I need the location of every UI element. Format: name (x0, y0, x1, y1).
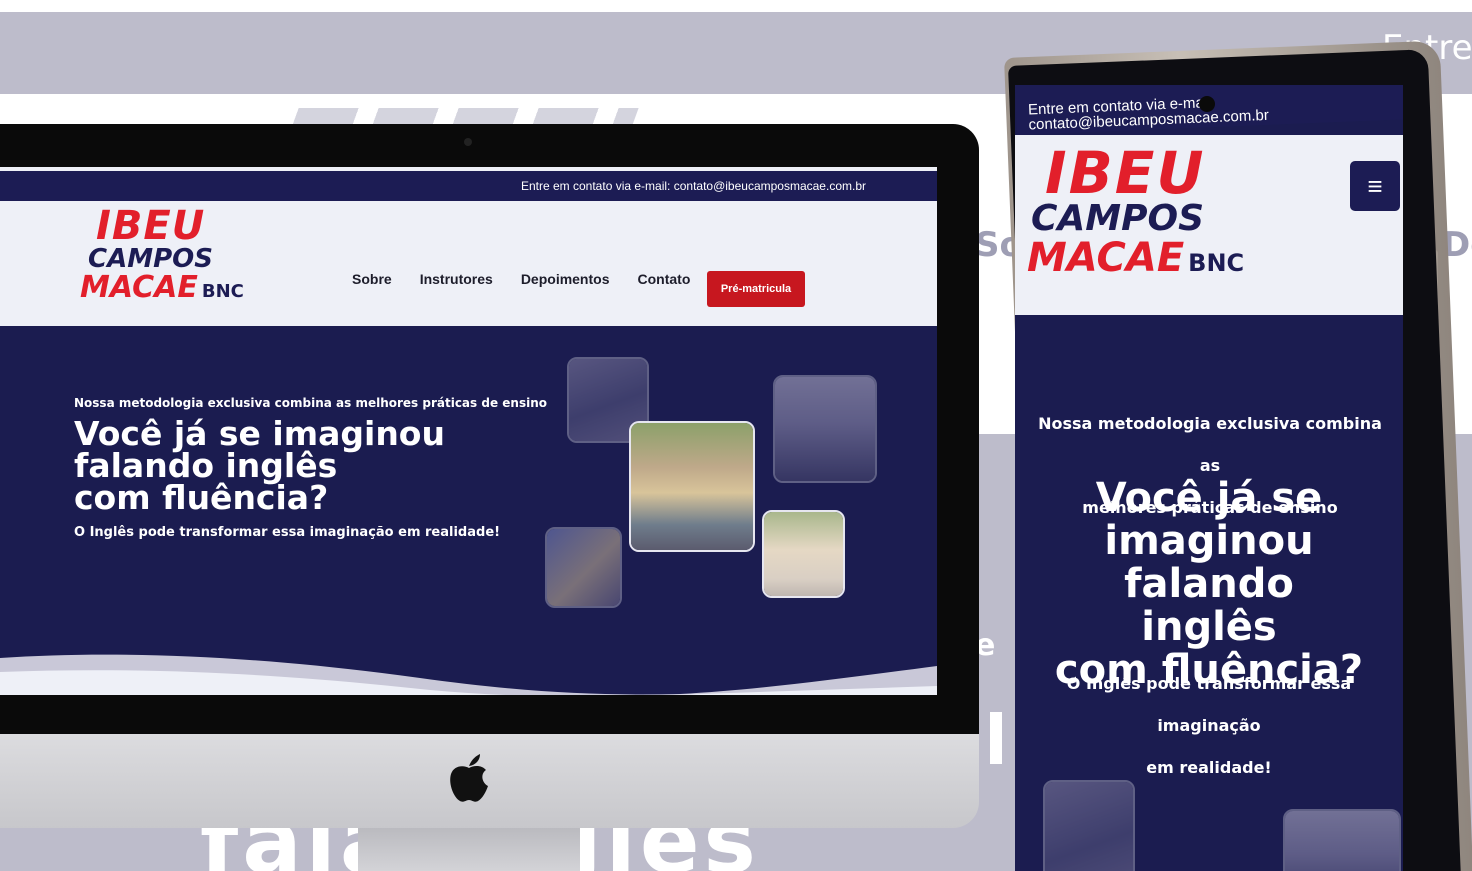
logo-line-macae: MACAE BNC (1027, 235, 1245, 281)
hero-subtitle: O Inglês pode transformar essa imaginaçã… (74, 525, 501, 540)
bnc-badge: BNC (1188, 249, 1245, 277)
ibeu-logo[interactable]: IBEU CAMPOS MACAE BNC (80, 203, 244, 307)
students-group-photo (629, 421, 755, 552)
mobile-header: IBEU CAMPOS MACAE BNC (1015, 135, 1403, 315)
pre-matricula-button[interactable]: Pré-matricula (707, 271, 805, 307)
main-nav: Sobre Instrutores Depoimentos Contato (352, 271, 718, 287)
grammar-book-photo (545, 527, 622, 608)
hero-title: Você já se imaginou falando inglês com f… (74, 417, 494, 517)
logo-line-ibeu: IBEU (96, 203, 206, 249)
bnc-badge: BNC (201, 281, 244, 302)
mobile-screen: Entre em contato via e-ma contato@ibeuca… (1015, 85, 1403, 871)
logo-line-campos: CAMPOS (1031, 198, 1205, 239)
classroom-photo (1283, 809, 1401, 871)
classroom-photo (773, 375, 877, 483)
subtitle-line: O Inglês pode transformar essa imaginaçã… (1066, 674, 1352, 735)
hero-section: Nossa metodologia exclusiva combina as m… (0, 326, 937, 695)
logo-line-campos: CAMPOS (88, 244, 213, 274)
teacher-desk-photo (762, 510, 845, 598)
nav-link-instrutores[interactable]: Instrutores (420, 271, 493, 287)
hamburger-menu-icon[interactable]: ≡ (1350, 161, 1400, 211)
mobile-hero-title: Você já se imaginou falando inglês com f… (1015, 477, 1403, 692)
site-header: IBEU CAMPOS MACAE BNC Sobre Instrutores D… (0, 201, 937, 326)
front-camera (1199, 96, 1215, 112)
apple-logo-icon (450, 754, 488, 802)
background-ghost-bar (990, 712, 1002, 764)
hero-wave-divider (0, 654, 937, 695)
contact-topbar: Entre em contato via e-mail: contato@ibe… (0, 171, 937, 201)
hero-title-line: com fluência? (74, 478, 329, 517)
hero-eyebrow: Nossa metodologia exclusiva combina as m… (74, 396, 547, 410)
hero-title-line: imaginou falando (1104, 518, 1314, 607)
nav-link-contato[interactable]: Contato (638, 271, 691, 287)
imac-stand (358, 826, 580, 871)
nav-link-sobre[interactable]: Sobre (352, 271, 392, 287)
contact-email-text[interactable]: Entre em contato via e-mail: contato@ibe… (521, 179, 866, 193)
hero-title-line: inglês (1141, 604, 1277, 650)
hero-title-line: Você já se (1095, 475, 1323, 521)
logo-line-ibeu: IBEU (1045, 139, 1206, 207)
ibeu-logo[interactable]: IBEU CAMPOS MACAE BNC (1027, 139, 1245, 284)
nav-link-depoimentos[interactable]: Depoimentos (521, 271, 610, 287)
logo-line-macae: MACAE BNC (80, 270, 244, 305)
imac-camera (464, 138, 472, 146)
mobile-hero-subtitle: O Inglês pode transformar essa imaginaçã… (1015, 663, 1403, 789)
desktop-screen: Entre em contato via e-mail: contato@ibe… (0, 167, 937, 695)
woman-headset-photo (1043, 780, 1135, 871)
